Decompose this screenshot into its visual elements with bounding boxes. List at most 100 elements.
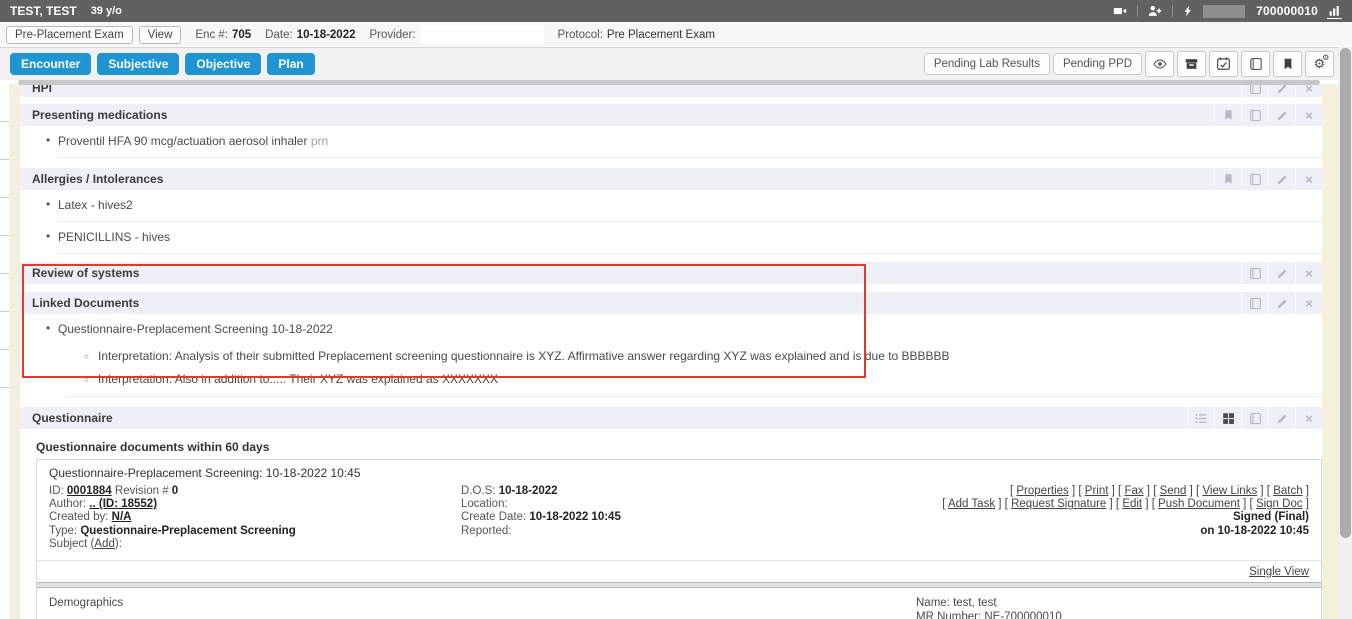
video-icon[interactable] bbox=[1112, 4, 1128, 18]
pencil-icon[interactable] bbox=[1268, 168, 1295, 190]
subject-add-link[interactable]: Add bbox=[94, 538, 114, 550]
gears-icon[interactable]: ⚙⚙ bbox=[1305, 51, 1334, 77]
questionnaire-document-card: Questionnaire-Preplacement Screening: 10… bbox=[36, 459, 1322, 619]
patient-info: TEST, TEST 39 y/o bbox=[0, 4, 122, 18]
link-batch[interactable]: Batch bbox=[1267, 485, 1309, 497]
pencil-icon[interactable] bbox=[1268, 104, 1295, 126]
link-view-links[interactable]: View Links bbox=[1196, 485, 1264, 497]
chart-toolbar: Encounter Subjective Objective Plan Pend… bbox=[0, 47, 1352, 80]
link-sign-doc[interactable]: Sign Doc bbox=[1250, 498, 1309, 510]
provider-label: Provider: bbox=[370, 29, 416, 41]
location-label: Location: bbox=[461, 498, 508, 510]
questionnaire-subtitle: Questionnaire documents within 60 days bbox=[36, 440, 1322, 454]
account-number: 700000010 bbox=[1256, 4, 1318, 18]
link-push-document[interactable]: Push Document bbox=[1152, 498, 1247, 510]
document-footer: Single View bbox=[37, 560, 1321, 582]
right-margin-strip bbox=[1322, 84, 1338, 619]
close-icon[interactable]: × bbox=[1295, 407, 1322, 429]
objective-button[interactable]: Objective bbox=[185, 53, 261, 75]
patient-titlebar: TEST, TEST 39 y/o 700000010 bbox=[0, 0, 1352, 22]
allergy-item: Latex - hives2 bbox=[58, 190, 1322, 222]
section-hpi-clipped: HPI × bbox=[20, 84, 1322, 97]
book-icon[interactable] bbox=[1241, 168, 1268, 190]
flash-icon[interactable] bbox=[1182, 4, 1194, 18]
plan-button[interactable]: Plan bbox=[267, 53, 314, 75]
view-button[interactable]: View bbox=[139, 26, 182, 44]
id-label: ID: bbox=[49, 485, 64, 497]
book-icon[interactable] bbox=[1241, 51, 1270, 77]
patient-name: TEST, TEST bbox=[10, 4, 77, 18]
link-print[interactable]: Print bbox=[1078, 485, 1114, 497]
chart-icon[interactable] bbox=[1327, 4, 1342, 19]
vertical-scrollbar[interactable] bbox=[1338, 47, 1352, 619]
section-review-of-systems: Review of systems × bbox=[20, 262, 1322, 284]
revision-label: Revision # bbox=[115, 485, 169, 497]
document-details: ID: 0001884 Revision # 0 Author: .. (ID:… bbox=[37, 483, 1321, 560]
author-link[interactable]: .. (ID: 18552) bbox=[89, 498, 157, 510]
book-icon[interactable] bbox=[1241, 104, 1268, 126]
pencil-icon[interactable] bbox=[1268, 292, 1295, 314]
pending-ppd-button[interactable]: Pending PPD bbox=[1053, 53, 1142, 75]
link-send[interactable]: Send bbox=[1153, 485, 1193, 497]
eye-icon[interactable] bbox=[1145, 51, 1174, 77]
close-icon[interactable]: × bbox=[1295, 262, 1322, 284]
interpretation-item: Interpretation: Analysis of their submit… bbox=[98, 345, 1322, 368]
pending-lab-results-button[interactable]: Pending Lab Results bbox=[924, 53, 1050, 75]
bookmark-icon[interactable] bbox=[1273, 51, 1302, 77]
created-by-link[interactable]: N/A bbox=[112, 511, 132, 523]
pencil-icon[interactable] bbox=[1268, 407, 1295, 429]
horizontal-scrollbar[interactable] bbox=[18, 80, 1320, 85]
bookmark-icon[interactable] bbox=[1214, 168, 1241, 190]
link-properties[interactable]: Properties bbox=[1010, 485, 1075, 497]
bookmark-icon[interactable] bbox=[1214, 104, 1241, 126]
link-edit[interactable]: Edit bbox=[1116, 498, 1149, 510]
encounter-button[interactable]: Encounter bbox=[10, 53, 91, 75]
subject-label: Subject ( bbox=[49, 538, 94, 550]
left-margin-strip bbox=[9, 84, 20, 619]
add-user-icon[interactable] bbox=[1147, 4, 1163, 18]
section-title: Allergies / Intolerances bbox=[32, 172, 163, 186]
linked-document-item: Questionnaire-Preplacement Screening 10-… bbox=[58, 314, 1322, 345]
close-icon[interactable]: × bbox=[1295, 84, 1322, 97]
pencil-icon[interactable] bbox=[1268, 84, 1295, 97]
close-icon[interactable]: × bbox=[1295, 168, 1322, 190]
pencil-icon[interactable] bbox=[1268, 262, 1295, 284]
book-icon[interactable] bbox=[1241, 407, 1268, 429]
grid-view-icon[interactable] bbox=[1214, 407, 1241, 429]
single-view-link[interactable]: Single View bbox=[1249, 566, 1309, 578]
provider-input[interactable] bbox=[421, 25, 544, 44]
subjective-button[interactable]: Subjective bbox=[97, 53, 179, 75]
section-linked-documents: Linked Documents × bbox=[20, 292, 1322, 314]
archive-box-icon[interactable] bbox=[1177, 51, 1206, 77]
link-request-signature[interactable]: Request Signature bbox=[1005, 498, 1113, 510]
enc-number-value: 705 bbox=[232, 29, 251, 41]
left-ruler bbox=[0, 84, 9, 390]
section-title: Presenting medications bbox=[32, 108, 167, 122]
demographics-title: Demographics bbox=[49, 597, 916, 619]
book-icon[interactable] bbox=[1241, 84, 1268, 97]
note-content: HPI × Presenting medications × Proventil bbox=[20, 84, 1322, 619]
subject-label-suffix: ): bbox=[115, 538, 122, 550]
id-link[interactable]: 0001884 bbox=[67, 485, 112, 497]
close-icon[interactable]: × bbox=[1295, 104, 1322, 126]
encounter-bar: Pre-Placement Exam View Enc #: 705 Date:… bbox=[0, 22, 1352, 48]
demo-field: Name: test, test bbox=[916, 597, 1062, 611]
link-fax[interactable]: Fax bbox=[1118, 485, 1150, 497]
book-icon[interactable] bbox=[1241, 262, 1268, 284]
exam-type-button[interactable]: Pre-Placement Exam bbox=[6, 26, 133, 44]
dos-label: D.O.S: bbox=[461, 485, 496, 497]
vertical-scrollbar-thumb[interactable] bbox=[1340, 48, 1351, 538]
document-action-links-row1: Properties Print Fax Send View Links Bat… bbox=[942, 485, 1309, 498]
author-label: Author: bbox=[49, 498, 86, 510]
close-icon[interactable]: × bbox=[1295, 292, 1322, 314]
link-add-task[interactable]: Add Task bbox=[942, 498, 1001, 510]
book-icon[interactable] bbox=[1241, 292, 1268, 314]
document-details-left: ID: 0001884 Revision # 0 Author: .. (ID:… bbox=[49, 485, 461, 551]
list-view-icon[interactable] bbox=[1187, 407, 1214, 429]
demographics-fields: Name: test, test MR Number: NE-700000010… bbox=[916, 597, 1062, 619]
toolbar-actions: Pending Lab Results Pending PPD ⚙⚙ bbox=[924, 51, 1352, 77]
section-title: Linked Documents bbox=[32, 296, 139, 310]
dos-value: 10-18-2022 bbox=[499, 485, 558, 497]
calendar-check-icon[interactable] bbox=[1209, 51, 1238, 77]
type-value: Questionnaire-Preplacement Screening bbox=[80, 525, 295, 537]
